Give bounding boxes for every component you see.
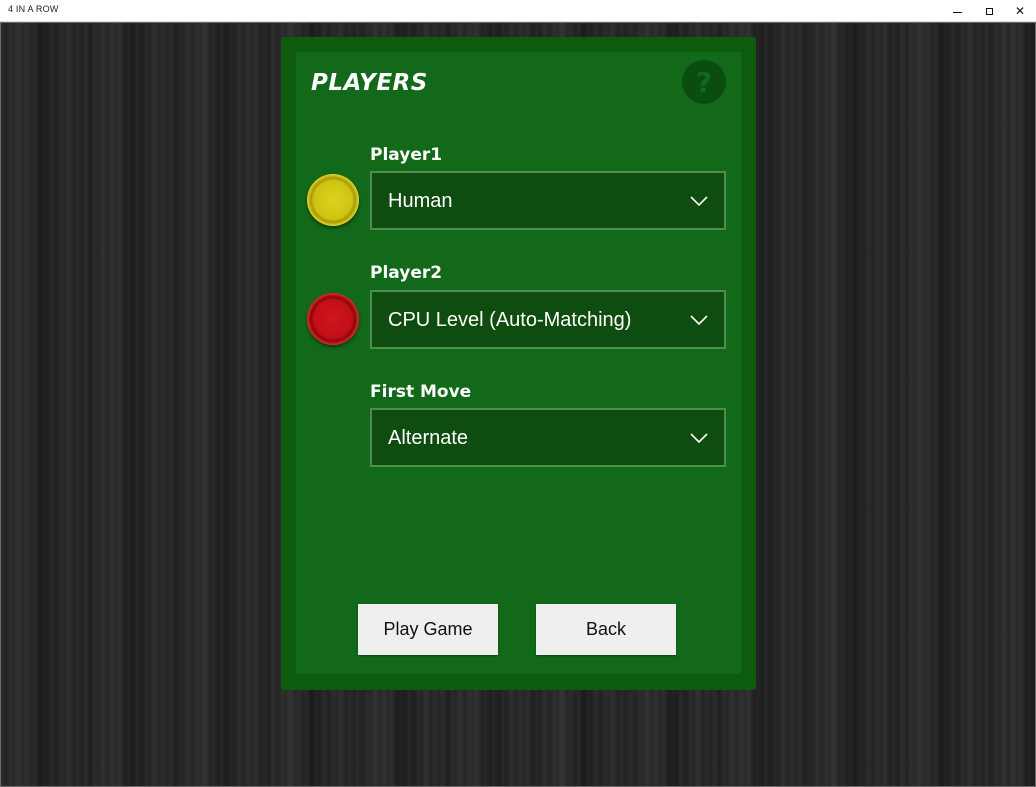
page-title: PLAYERS bbox=[311, 70, 428, 96]
help-icon: ? bbox=[695, 65, 713, 99]
chevron-down-icon bbox=[690, 315, 708, 326]
player2-token-icon bbox=[307, 293, 359, 345]
first-move-label: First Move bbox=[370, 382, 472, 402]
chevron-down-icon bbox=[690, 196, 708, 207]
maximize-button[interactable] bbox=[973, 0, 1005, 22]
player2-select[interactable]: CPU Level (Auto-Matching) bbox=[370, 290, 726, 349]
player1-select[interactable]: Human bbox=[370, 171, 726, 230]
minimize-icon bbox=[952, 11, 962, 13]
chevron-down-icon bbox=[690, 433, 708, 444]
window-title: 4 IN A ROW bbox=[8, 4, 59, 14]
first-move-selected-value: Alternate bbox=[388, 427, 469, 449]
player1-label: Player1 bbox=[370, 145, 443, 165]
players-panel-inner bbox=[296, 52, 741, 674]
close-icon: ✕ bbox=[1014, 4, 1026, 18]
help-button[interactable]: ? bbox=[682, 60, 726, 104]
back-button[interactable]: Back bbox=[536, 604, 676, 655]
title-bar: 4 IN A ROW ✕ bbox=[0, 0, 1036, 22]
player1-token-icon bbox=[307, 174, 359, 226]
player1-selected-value: Human bbox=[388, 190, 453, 212]
maximize-icon bbox=[985, 7, 993, 15]
first-move-select[interactable]: Alternate bbox=[370, 408, 726, 467]
play-game-button[interactable]: Play Game bbox=[358, 604, 498, 655]
player2-label: Player2 bbox=[370, 263, 443, 283]
player2-selected-value: CPU Level (Auto-Matching) bbox=[388, 309, 632, 331]
minimize-button[interactable] bbox=[941, 0, 973, 22]
close-button[interactable]: ✕ bbox=[1004, 0, 1036, 22]
